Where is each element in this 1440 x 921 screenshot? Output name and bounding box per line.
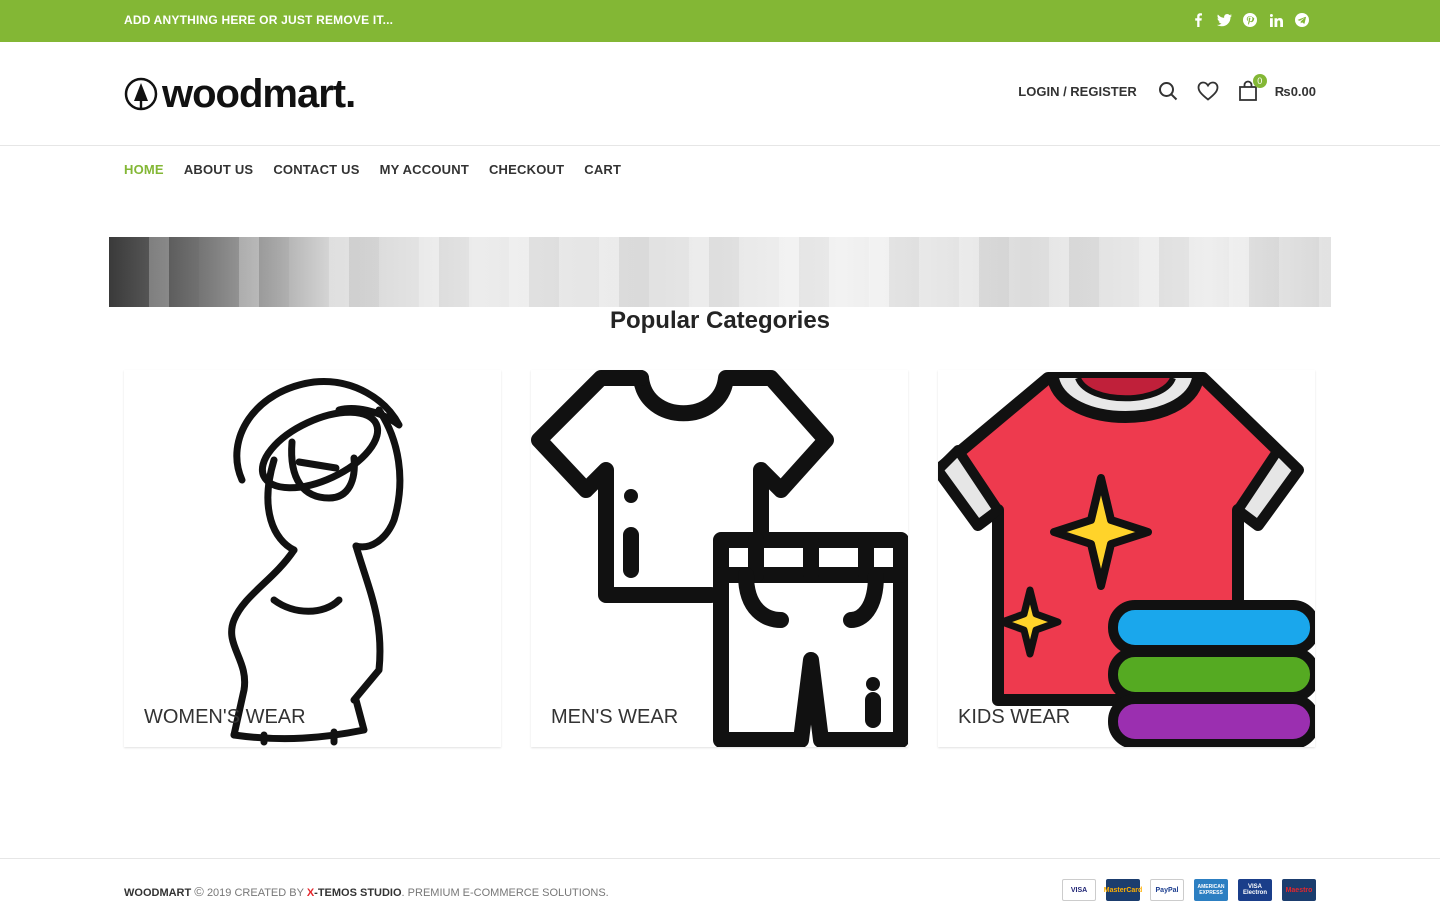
category-label: KIDS WEAR bbox=[958, 706, 1071, 728]
maestro-icon: Maestro bbox=[1282, 879, 1316, 901]
woman-dress-icon bbox=[228, 378, 404, 746]
kids-tshirt-icon bbox=[938, 372, 1315, 747]
tree-logo-icon bbox=[124, 77, 158, 111]
linkedin-icon[interactable] bbox=[1268, 12, 1284, 28]
nav-home[interactable]: HOME bbox=[124, 162, 164, 177]
nav-checkout[interactable]: CHECKOUT bbox=[489, 162, 564, 177]
hero-banner-image bbox=[109, 237, 1331, 307]
cart-count-badge: 0 bbox=[1252, 74, 1267, 88]
login-register-link[interactable]: LOGIN / REGISTER bbox=[1018, 84, 1136, 99]
visa-icon: VISA bbox=[1062, 879, 1096, 901]
category-card-womens[interactable]: WOMEN'S WEAR bbox=[124, 370, 501, 747]
cart-total[interactable]: ₨0.00 bbox=[1275, 84, 1316, 99]
category-label: MEN'S WEAR bbox=[551, 706, 679, 728]
search-icon[interactable] bbox=[1157, 80, 1179, 102]
top-bar: ADD ANYTHING HERE OR JUST REMOVE IT... bbox=[0, 0, 1440, 42]
social-links bbox=[1190, 12, 1310, 28]
cart-bag-icon[interactable]: 0 bbox=[1237, 74, 1267, 102]
site-logo[interactable]: woodmart. bbox=[124, 72, 356, 116]
shirt-pants-icon bbox=[531, 370, 908, 747]
wishlist-heart-icon[interactable] bbox=[1197, 80, 1219, 102]
paypal-icon: PayPal bbox=[1150, 879, 1184, 901]
payment-methods: VISA MasterCard PayPal AMERICAN EXPRESS … bbox=[1062, 879, 1316, 901]
topbar-message: ADD ANYTHING HERE OR JUST REMOVE IT... bbox=[124, 13, 394, 27]
site-header: woodmart. LOGIN / REGISTER 0 ₨0.00 bbox=[0, 42, 1440, 146]
category-card-kids[interactable]: KIDS WEAR bbox=[938, 370, 1315, 747]
twitter-icon[interactable] bbox=[1216, 12, 1232, 28]
header-actions: LOGIN / REGISTER 0 ₨0.00 bbox=[1018, 74, 1316, 102]
main-navigation: HOME ABOUT US CONTACT US MY ACCOUNT CHEC… bbox=[124, 162, 621, 177]
logo-text: woodmart. bbox=[162, 72, 356, 116]
visa-electron-icon: VISA Electron bbox=[1238, 879, 1272, 901]
nav-my-account[interactable]: MY ACCOUNT bbox=[380, 162, 469, 177]
mastercard-icon: MasterCard bbox=[1104, 879, 1142, 901]
copyright-text: WOODMART © 2019 CREATED BY X-TEMOS STUDI… bbox=[124, 884, 609, 899]
studio-name[interactable]: -TEMOS STUDIO bbox=[314, 887, 401, 899]
copyright-year: 2019 CREATED BY bbox=[206, 887, 304, 899]
copyright-icon: © bbox=[194, 884, 204, 899]
category-card-mens[interactable]: MEN'S WEAR bbox=[531, 370, 908, 747]
site-footer: WOODMART © 2019 CREATED BY X-TEMOS STUDI… bbox=[0, 858, 1440, 921]
amex-icon: AMERICAN EXPRESS bbox=[1194, 879, 1228, 901]
nav-contact-us[interactable]: CONTACT US bbox=[273, 162, 359, 177]
footer-brand[interactable]: WOODMART bbox=[124, 887, 191, 899]
facebook-icon[interactable] bbox=[1190, 12, 1206, 28]
category-label: WOMEN'S WEAR bbox=[144, 706, 306, 728]
nav-cart[interactable]: CART bbox=[584, 162, 621, 177]
pinterest-icon[interactable] bbox=[1242, 12, 1258, 28]
section-title: Popular Categories bbox=[609, 307, 831, 334]
telegram-icon[interactable] bbox=[1294, 12, 1310, 28]
nav-about-us[interactable]: ABOUT US bbox=[184, 162, 254, 177]
footer-tagline: . PREMIUM E-COMMERCE SOLUTIONS. bbox=[401, 887, 609, 899]
